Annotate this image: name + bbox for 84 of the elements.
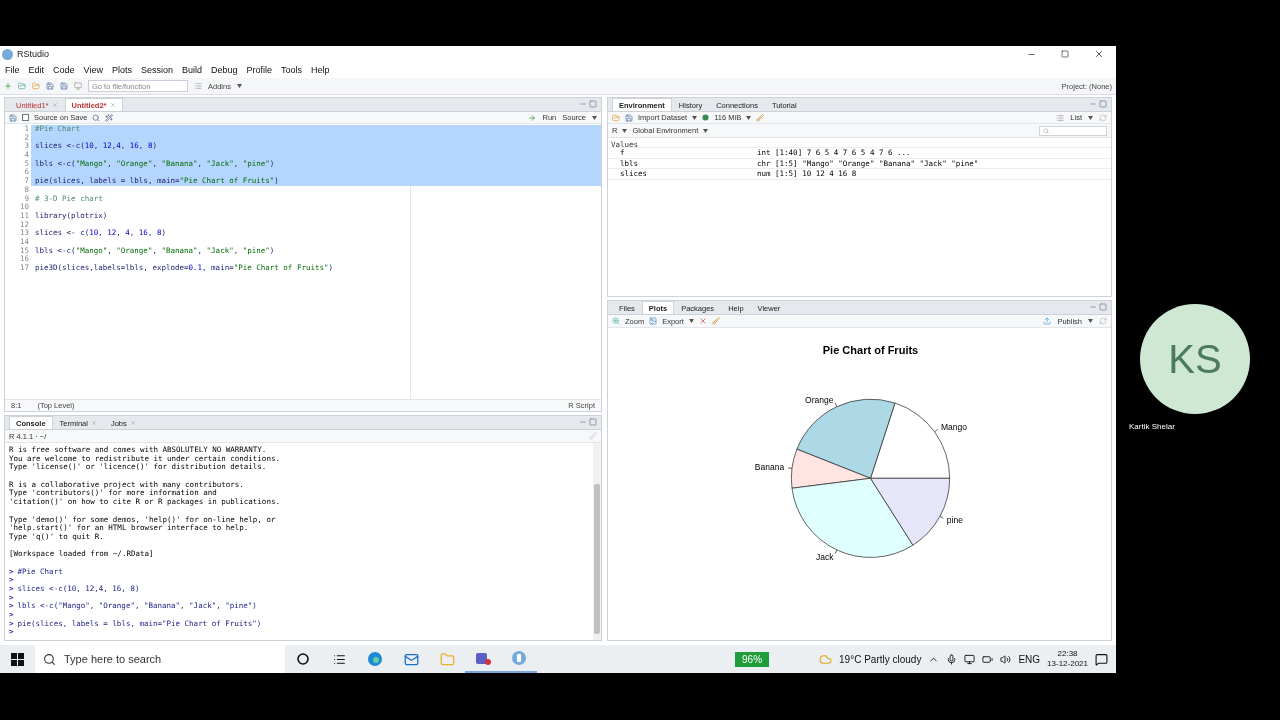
caret-icon[interactable] bbox=[703, 128, 709, 133]
browser-icon[interactable] bbox=[367, 651, 383, 667]
app-logo bbox=[2, 48, 13, 60]
menu-item[interactable]: Help bbox=[311, 65, 330, 75]
microphone-icon[interactable] bbox=[946, 653, 958, 665]
menu-item[interactable]: Debug bbox=[210, 65, 238, 75]
search-field[interactable] bbox=[1039, 125, 1107, 136]
maximize-icon[interactable] bbox=[1099, 99, 1107, 108]
window-title: RStudio bbox=[17, 49, 50, 59]
refresh-icon[interactable] bbox=[1099, 317, 1107, 325]
save-icon[interactable] bbox=[9, 113, 17, 122]
zoom-icon[interactable] bbox=[612, 317, 620, 325]
search-icon bbox=[1043, 127, 1049, 134]
caret-icon[interactable] bbox=[692, 115, 698, 120]
close-icon[interactable] bbox=[1094, 49, 1104, 59]
menu-item[interactable]: Plots bbox=[111, 65, 132, 75]
maximize-icon[interactable] bbox=[589, 417, 597, 426]
caret-icon[interactable] bbox=[746, 115, 752, 120]
menu-item[interactable]: Session bbox=[140, 65, 173, 75]
save-icon[interactable] bbox=[46, 82, 54, 90]
weather-text[interactable]: 19°C Partly cloudy bbox=[839, 653, 922, 665]
chart-title: Pie Chart of Fruits bbox=[822, 344, 919, 357]
caret-icon[interactable] bbox=[1088, 115, 1093, 120]
circle-icon[interactable] bbox=[297, 653, 309, 665]
scrollbar[interactable] bbox=[593, 443, 601, 640]
menu-item[interactable]: Tools bbox=[281, 65, 303, 75]
notification-icon[interactable] bbox=[1095, 652, 1108, 666]
participant-name: Kartik Shelar bbox=[1129, 422, 1175, 431]
maximize-icon[interactable] bbox=[1099, 302, 1107, 311]
run-arrow-icon[interactable] bbox=[528, 113, 537, 122]
source-on-save-checkbox[interactable] bbox=[22, 114, 29, 121]
maximize-icon[interactable] bbox=[1061, 50, 1069, 58]
leader-line bbox=[934, 429, 939, 433]
battery-badge: 96% bbox=[735, 651, 770, 667]
leader-line bbox=[787, 467, 793, 469]
slice-label: Jack bbox=[815, 552, 834, 563]
folder-icon[interactable] bbox=[439, 651, 455, 667]
caret-icon[interactable] bbox=[1088, 319, 1093, 323]
caret-icon[interactable] bbox=[236, 84, 242, 88]
image-icon[interactable] bbox=[649, 317, 658, 325]
load-icon[interactable] bbox=[612, 113, 620, 122]
menu-item[interactable]: Build bbox=[181, 65, 202, 75]
slice-label: Mango bbox=[940, 422, 967, 433]
display-icon[interactable] bbox=[964, 653, 976, 665]
new-file-icon[interactable] bbox=[4, 82, 12, 90]
clock[interactable]: 22:38 13-12-2021 bbox=[1047, 649, 1088, 669]
menu-item[interactable]: Edit bbox=[28, 65, 45, 75]
language-indicator[interactable]: ENG bbox=[1018, 653, 1041, 665]
save-all-icon[interactable] bbox=[60, 82, 68, 90]
menu-item[interactable]: Profile bbox=[246, 65, 272, 75]
slice-label: Banana bbox=[754, 462, 785, 473]
open-file-icon[interactable] bbox=[32, 82, 40, 90]
menu-item[interactable]: View bbox=[83, 65, 103, 75]
weather-icon[interactable] bbox=[819, 652, 833, 666]
slice-label: pine bbox=[946, 515, 963, 526]
remove-icon[interactable] bbox=[698, 317, 707, 325]
participant-avatar: KS bbox=[1140, 304, 1250, 414]
task-view-icon[interactable] bbox=[332, 652, 346, 666]
open-project-icon[interactable] bbox=[18, 82, 26, 90]
slice-label: Orange bbox=[805, 394, 834, 405]
mail-icon[interactable] bbox=[403, 651, 419, 667]
leader-line bbox=[834, 402, 838, 408]
broom-icon[interactable] bbox=[711, 317, 720, 325]
refresh-icon[interactable] bbox=[1099, 113, 1107, 122]
leader-line bbox=[834, 549, 838, 554]
search-icon bbox=[43, 652, 56, 666]
broom-icon[interactable] bbox=[756, 113, 765, 122]
caret-icon[interactable] bbox=[688, 319, 694, 323]
taskbar-search-field[interactable]: Type here to search bbox=[35, 645, 285, 673]
search-icon[interactable] bbox=[92, 113, 101, 122]
windows-logo-icon[interactable] bbox=[11, 652, 24, 666]
volume-icon[interactable] bbox=[1000, 653, 1012, 665]
r-app-icon[interactable] bbox=[511, 650, 527, 666]
caret-icon[interactable] bbox=[592, 115, 597, 120]
caret-icon[interactable] bbox=[622, 128, 628, 133]
publish-icon[interactable] bbox=[1043, 317, 1052, 325]
teams-icon[interactable] bbox=[475, 650, 491, 666]
maximize-icon[interactable] bbox=[589, 99, 597, 108]
menu-item[interactable]: Code bbox=[53, 65, 75, 75]
menu-item[interactable]: File bbox=[5, 65, 20, 75]
save-icon[interactable] bbox=[625, 113, 633, 122]
broom-icon[interactable] bbox=[589, 432, 597, 440]
leader-line bbox=[939, 516, 944, 519]
list-icon[interactable] bbox=[1056, 113, 1065, 122]
